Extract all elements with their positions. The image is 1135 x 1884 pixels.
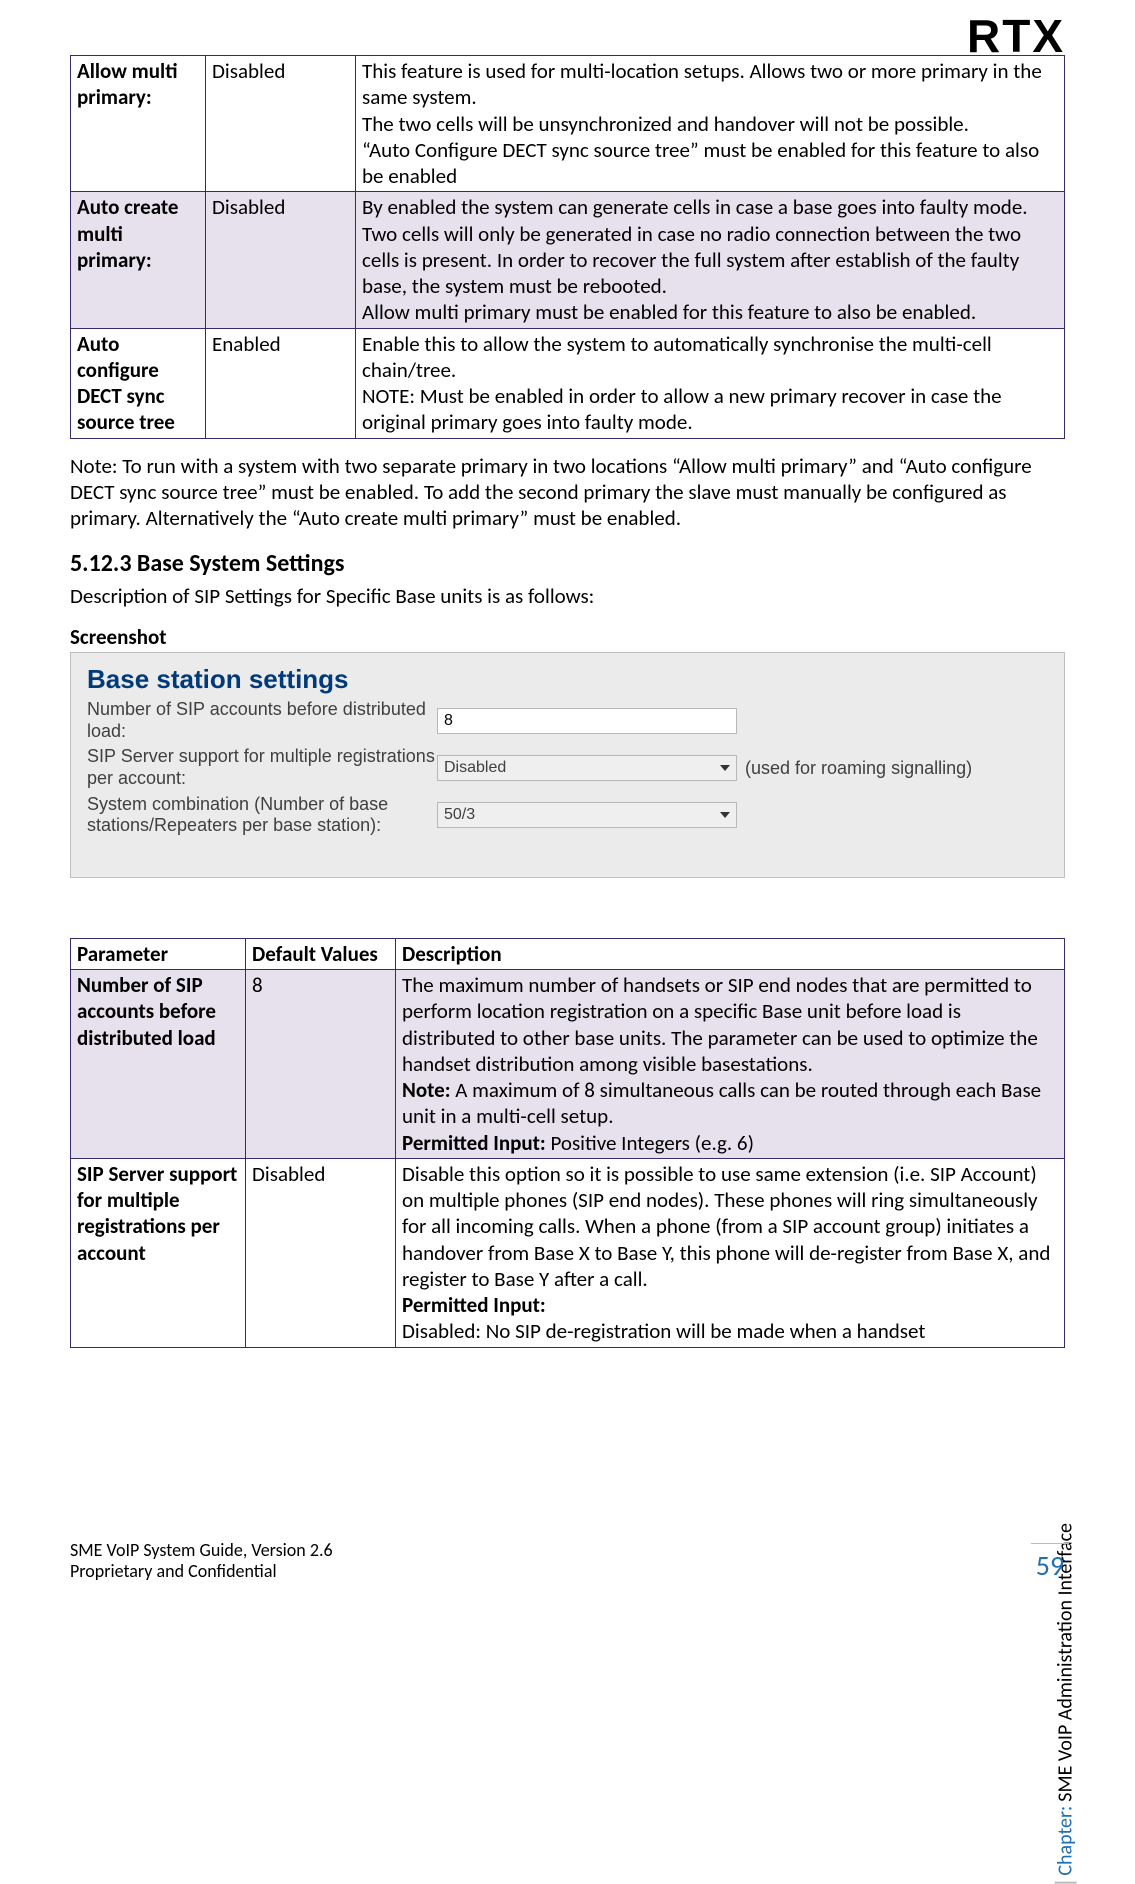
default-cell: 8 (246, 970, 396, 1159)
table-row: Number of SIP accounts before distribute… (71, 970, 1065, 1159)
table-row: Auto configure DECT sync source treeEnab… (71, 328, 1065, 438)
default-cell: Enabled (206, 328, 356, 438)
desc-cell: Disable this option so it is possible to… (396, 1158, 1065, 1347)
desc-cell: The maximum number of handsets or SIP en… (396, 970, 1065, 1159)
screenshot-row: System combination (Number of base stati… (87, 794, 1048, 837)
field-label: System combination (Number of base stati… (87, 794, 437, 837)
screenshot-label: Screenshot (70, 624, 1065, 650)
field-label: SIP Server support for multiple registra… (87, 746, 437, 789)
footer-line: Proprietary and Confidential (70, 1561, 333, 1583)
select-value: Disabled (444, 758, 506, 778)
section-subheading: Description of SIP Settings for Specific… (70, 583, 1065, 609)
param-cell: Number of SIP accounts before distribute… (71, 970, 246, 1159)
field-hint: (used for roaming signalling) (745, 757, 972, 780)
param-cell: Auto create multi primary: (71, 192, 206, 328)
params-table-2: Parameter Default Values Description Num… (70, 938, 1065, 1348)
table-header-row: Parameter Default Values Description (71, 938, 1065, 969)
page-number: 59 (1031, 1543, 1069, 1583)
system-combination-select[interactable]: 50/3 (437, 802, 737, 828)
table-row: Auto create multi primary:DisabledBy ena… (71, 192, 1065, 328)
base-station-settings-screenshot: Base station settings Number of SIP acco… (70, 652, 1065, 878)
footer: SME VoIP System Guide, Version 2.6 Propr… (70, 1540, 333, 1583)
chevron-down-icon (720, 812, 730, 818)
note-paragraph: Note: To run with a system with two sepa… (70, 453, 1065, 532)
default-cell: Disabled (206, 192, 356, 328)
desc-cell: By enabled the system can generate cells… (356, 192, 1065, 328)
screenshot-row: SIP Server support for multiple registra… (87, 746, 1048, 789)
default-cell: Disabled (206, 56, 356, 192)
section-heading: 5.12.3 Base System Settings (70, 549, 1065, 579)
param-cell: SIP Server support for multiple registra… (71, 1158, 246, 1347)
chapter-label: Chapter: (1054, 1806, 1079, 1876)
col-header: Parameter (71, 938, 246, 969)
table-row: Allow multi primary:DisabledThis feature… (71, 56, 1065, 192)
sip-multiple-reg-select[interactable]: Disabled (437, 755, 737, 781)
default-cell: Disabled (246, 1158, 396, 1347)
chevron-down-icon (720, 765, 730, 771)
param-cell: Auto configure DECT sync source tree (71, 328, 206, 438)
brand-logo: RTX (967, 8, 1065, 66)
table-row: SIP Server support for multiple registra… (71, 1158, 1065, 1347)
param-cell: Allow multi primary: (71, 56, 206, 192)
footer-line: SME VoIP System Guide, Version 2.6 (70, 1540, 333, 1562)
desc-cell: This feature is used for multi-location … (356, 56, 1065, 192)
brand-text: RTX (967, 8, 1065, 66)
screenshot-row: Number of SIP accounts before distribute… (87, 699, 1048, 742)
col-header: Default Values (246, 938, 396, 969)
desc-cell: Enable this to allow the system to autom… (356, 328, 1065, 438)
screenshot-title: Base station settings (87, 663, 1048, 696)
params-table-1: Allow multi primary:DisabledThis feature… (70, 55, 1065, 439)
col-header: Description (396, 938, 1065, 969)
select-value: 50/3 (444, 805, 475, 825)
field-label: Number of SIP accounts before distribute… (87, 699, 437, 742)
sip-accounts-input[interactable] (437, 708, 737, 734)
